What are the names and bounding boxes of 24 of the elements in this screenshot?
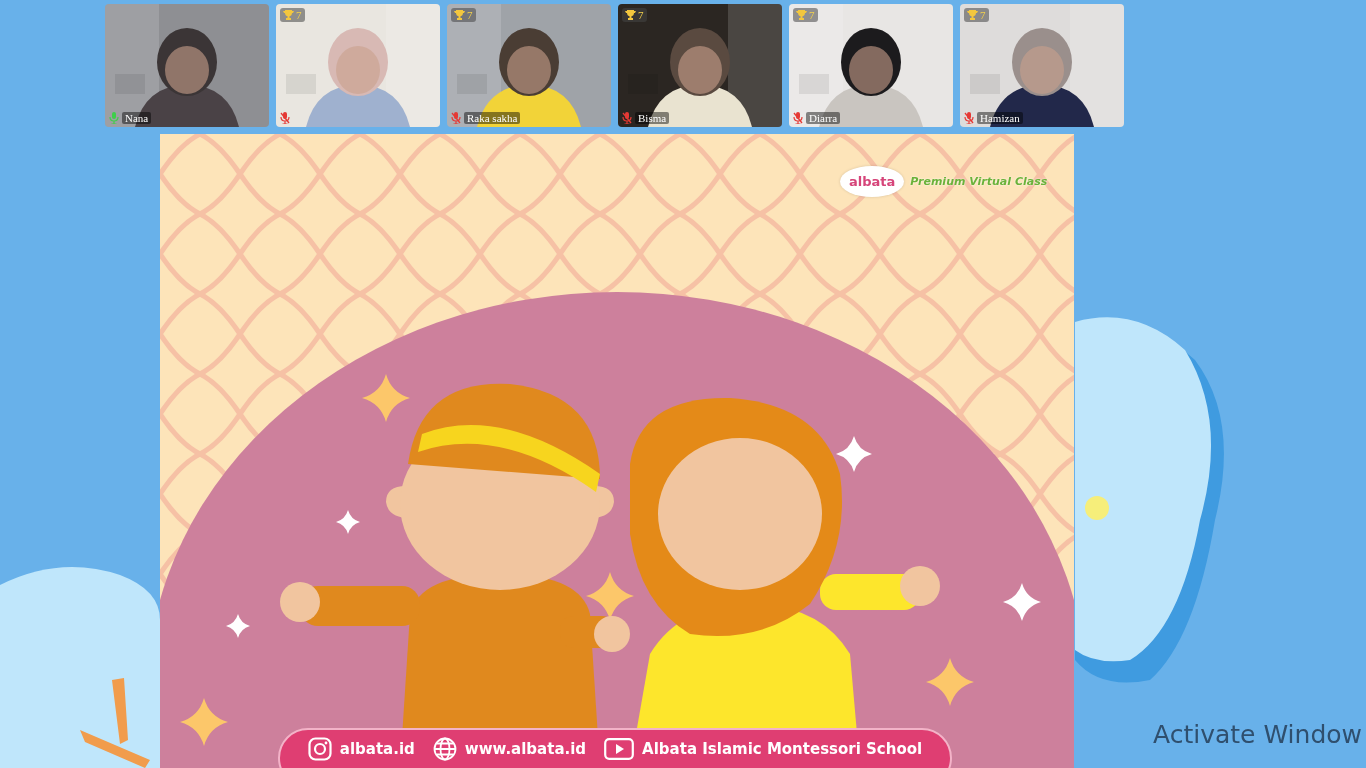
participant-name: Raka sakha <box>464 112 521 124</box>
play-icon <box>604 738 635 760</box>
carrot-icon <box>80 678 150 768</box>
trophy-icon <box>283 10 294 20</box>
trophy-icon <box>796 10 807 20</box>
activation-notice: Activate Window <box>1153 720 1362 749</box>
trophy-icon <box>454 10 465 20</box>
tagline: Premium Virtual Class <box>910 175 1048 188</box>
instagram-icon <box>307 737 332 761</box>
trophy-icon <box>625 10 636 20</box>
score-count: 7 <box>638 9 644 21</box>
score-count: 7 <box>809 9 815 21</box>
trophy-icon <box>967 10 978 20</box>
link-text: Albata Islamic Montessori School <box>642 740 923 758</box>
score-count: 7 <box>296 9 302 21</box>
score-count: 7 <box>980 9 986 21</box>
participant-name: Nana <box>122 112 152 124</box>
link-text: www.albata.id <box>464 740 587 758</box>
participant-name: Diarra <box>806 112 841 124</box>
link-text: albata.id <box>339 740 415 758</box>
globe-icon <box>432 737 457 761</box>
participant-name: Hamizan <box>977 112 1023 124</box>
dot-shape <box>1085 496 1109 520</box>
score-count: 7 <box>467 9 473 21</box>
